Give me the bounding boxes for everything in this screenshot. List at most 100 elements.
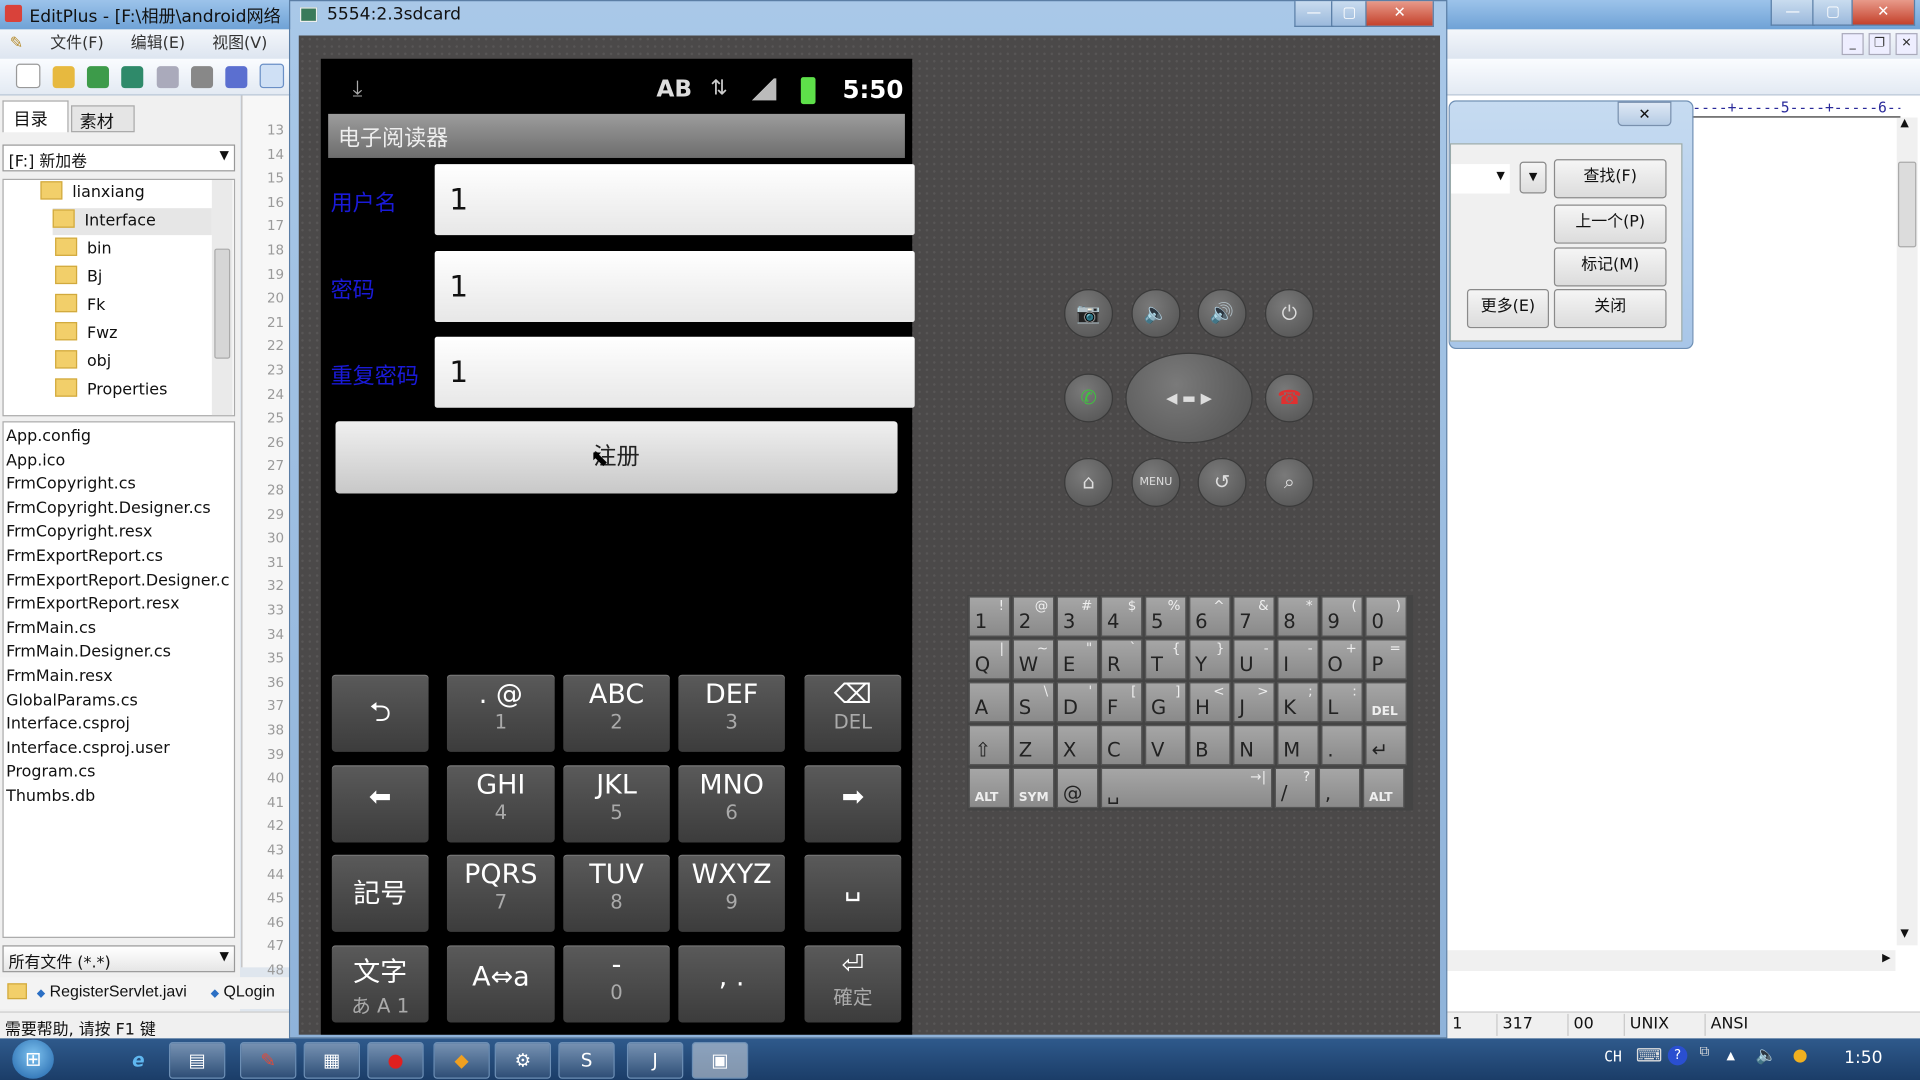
keyboard-icon[interactable]: ⌨ bbox=[1636, 1044, 1663, 1066]
ime-key[interactable]: ⏎ 確定 bbox=[804, 945, 902, 1023]
scroll-down-arrow[interactable]: ▼ bbox=[1900, 928, 1908, 940]
tree-folder[interactable]: Properties bbox=[55, 377, 202, 404]
qwerty-key[interactable]: W ~ bbox=[1012, 639, 1055, 680]
tree-folder[interactable]: Bj bbox=[55, 264, 202, 291]
qwerty-key[interactable]: 8 * bbox=[1277, 596, 1319, 637]
network-icon[interactable]: ⧉ bbox=[1700, 1043, 1710, 1060]
qwerty-key[interactable]: ⇧ bbox=[968, 724, 1011, 766]
tray-language[interactable]: CH bbox=[1604, 1048, 1622, 1065]
qwerty-key[interactable]: U- bbox=[1233, 639, 1275, 680]
horizontal-scrollbar[interactable]: ▶ bbox=[1444, 950, 1896, 972]
ime-key[interactable]: TUV 8 bbox=[563, 854, 670, 932]
qwerty-key[interactable]: D ' bbox=[1056, 682, 1099, 723]
tray-clock[interactable]: 1:50 bbox=[1844, 1048, 1883, 1068]
file-list-item[interactable]: FrmMain.Designer.cs bbox=[6, 641, 171, 664]
volume-up-button[interactable]: 🔊 bbox=[1197, 288, 1247, 338]
file-list-item[interactable]: App.config bbox=[6, 425, 91, 448]
ime-key[interactable]: ⮌ bbox=[331, 674, 429, 752]
file-list-item[interactable]: FrmMain.resx bbox=[6, 665, 113, 688]
scroll-right-arrow[interactable]: ▶ bbox=[1882, 953, 1890, 965]
taskbar-emulator[interactable]: ▣ bbox=[691, 1042, 749, 1079]
file-list-item[interactable]: FrmCopyright.cs bbox=[6, 473, 136, 496]
tree-folder[interactable]: obj bbox=[55, 349, 202, 376]
print-preview-icon[interactable] bbox=[156, 66, 179, 89]
tree-scrollbar-thumb[interactable] bbox=[214, 248, 231, 359]
end-call-button[interactable]: ☎ bbox=[1264, 373, 1314, 423]
qwerty-key[interactable]: ↵ bbox=[1365, 724, 1407, 766]
ime-key[interactable]: MNO 6 bbox=[678, 765, 785, 843]
ime-key[interactable]: DEF 3 bbox=[678, 674, 785, 752]
minimize-button[interactable]: — bbox=[1770, 0, 1815, 26]
qwerty-key[interactable]: DEL bbox=[1365, 682, 1407, 723]
taskbar-explorer[interactable]: ▤ bbox=[168, 1042, 226, 1079]
qwerty-key[interactable]: 3 # bbox=[1056, 596, 1099, 637]
find-history-dropdown[interactable]: ▼ bbox=[1519, 161, 1547, 194]
scrollbar-thumb[interactable] bbox=[1897, 161, 1917, 248]
drive-select[interactable]: [F:] 新加卷 ▼ bbox=[2, 144, 236, 172]
ime-key[interactable]: WXYZ 9 bbox=[678, 854, 785, 932]
camera-button[interactable]: 📷 bbox=[1064, 288, 1114, 338]
html-icon[interactable] bbox=[259, 63, 285, 89]
qwerty-key[interactable]: R ` bbox=[1100, 639, 1143, 680]
file-list-item[interactable]: FrmExportReport.Designer.c bbox=[6, 569, 229, 592]
qwerty-key[interactable]: 1! bbox=[968, 596, 1011, 637]
file-list-item[interactable]: FrmExportReport.resx bbox=[6, 593, 179, 616]
back-button[interactable]: ↺ bbox=[1197, 457, 1247, 507]
qwerty-key[interactable]: 0) bbox=[1365, 596, 1407, 637]
search-button[interactable]: ⌕ bbox=[1264, 457, 1314, 507]
ime-key[interactable]: JKL 5 bbox=[563, 765, 670, 843]
ime-key[interactable]: 文字あ A 1 bbox=[331, 945, 429, 1023]
qwerty-key[interactable]: L: bbox=[1321, 682, 1363, 723]
ime-key[interactable]: ABC 2 bbox=[563, 674, 670, 752]
new-file-icon[interactable] bbox=[15, 63, 41, 89]
close-button[interactable]: ✕ bbox=[1851, 0, 1916, 26]
emulator-close-button[interactable]: ✕ bbox=[1365, 1, 1434, 27]
taskbar-app-red[interactable]: ● bbox=[367, 1042, 424, 1079]
find-button[interactable]: 查找(F) bbox=[1553, 159, 1667, 199]
emulator-minimize-button[interactable]: — bbox=[1294, 1, 1334, 27]
file-list-item[interactable]: FrmMain.cs bbox=[6, 617, 96, 640]
menu-view[interactable]: 视图(V) bbox=[212, 34, 267, 52]
menu-file[interactable]: 文件(F) bbox=[50, 34, 103, 52]
qwerty-key[interactable]: J > bbox=[1233, 682, 1275, 723]
qwerty-key[interactable]: I- bbox=[1277, 639, 1319, 680]
more-button[interactable]: 更多(E) bbox=[1466, 288, 1549, 329]
menu-edit[interactable]: 编辑(E) bbox=[131, 34, 185, 52]
tree-folder[interactable]: Interface bbox=[52, 208, 212, 236]
show-hidden-icons[interactable]: ▲ bbox=[1727, 1051, 1735, 1063]
find-previous-button[interactable]: 上一个(P) bbox=[1553, 204, 1667, 244]
qwerty-key[interactable]: M bbox=[1277, 724, 1319, 766]
taskbar-document[interactable]: ▦ bbox=[303, 1042, 361, 1079]
register-button[interactable]: 注册 bbox=[335, 421, 898, 494]
tree-folder[interactable]: bin bbox=[55, 236, 202, 263]
save-icon[interactable] bbox=[87, 66, 110, 89]
qwerty-key[interactable]: H < bbox=[1188, 682, 1231, 723]
scroll-up-arrow[interactable]: ▲ bbox=[1900, 118, 1908, 130]
qwerty-key[interactable]: 4 $ bbox=[1100, 596, 1143, 637]
menu-button[interactable]: MENU bbox=[1131, 457, 1181, 507]
qwerty-key[interactable]: C bbox=[1100, 724, 1143, 766]
ime-key[interactable]: ␣ bbox=[804, 854, 902, 932]
file-list-item[interactable]: App.ico bbox=[6, 449, 65, 472]
qwerty-key[interactable]: X bbox=[1056, 724, 1099, 766]
qwerty-key[interactable]: 7 & bbox=[1233, 596, 1275, 637]
ime-key[interactable]: -0 bbox=[563, 945, 670, 1023]
qwerty-key[interactable]: Q | bbox=[968, 639, 1011, 680]
ime-key[interactable]: ⬅ bbox=[331, 765, 429, 843]
find-text-combo[interactable]: ▼ bbox=[1451, 164, 1510, 194]
form-input[interactable]: 1 bbox=[434, 336, 915, 408]
qwerty-key[interactable]: 2 @ bbox=[1012, 596, 1055, 637]
ime-key[interactable]: . @1 bbox=[446, 674, 555, 752]
taskbar-ie[interactable]: e bbox=[110, 1042, 166, 1079]
qwerty-key[interactable]: . bbox=[1321, 724, 1363, 766]
qwerty-key[interactable]: SYM bbox=[1012, 767, 1055, 809]
file-list-item[interactable]: Thumbs.db bbox=[6, 785, 95, 808]
tab-clips[interactable]: 素材 bbox=[71, 105, 135, 133]
qwerty-key[interactable]: , bbox=[1318, 767, 1361, 809]
home-button[interactable]: ⌂ bbox=[1064, 457, 1114, 507]
mdi-close-button[interactable]: ✕ bbox=[1895, 33, 1918, 56]
ime-key[interactable]: PQRS 7 bbox=[446, 854, 555, 932]
taskbar-app-orange[interactable]: ◆ bbox=[433, 1042, 490, 1079]
mdi-restore-button[interactable]: ❐ bbox=[1868, 33, 1891, 56]
spellcheck-icon[interactable] bbox=[225, 66, 248, 89]
